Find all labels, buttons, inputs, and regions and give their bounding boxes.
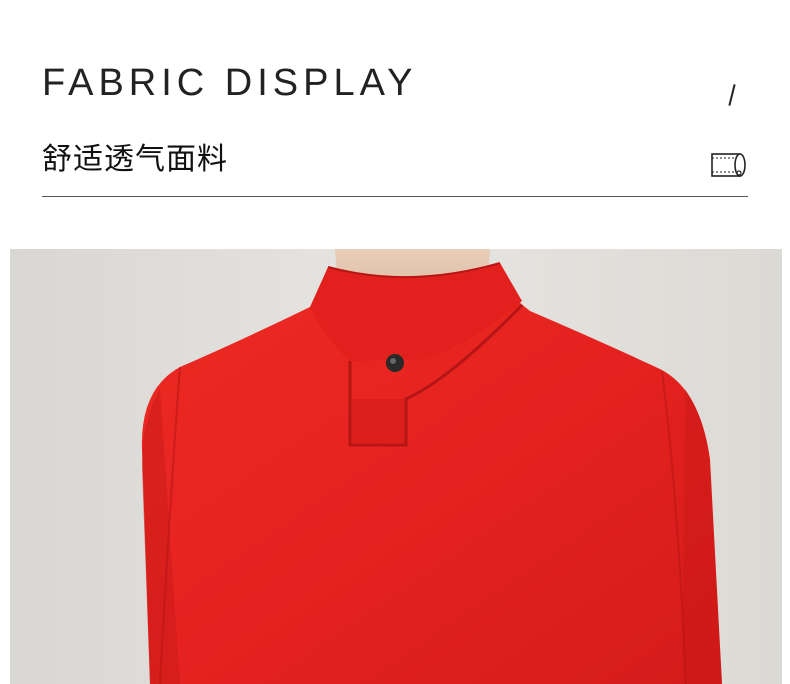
- fabric-roll-icon: [710, 150, 748, 180]
- slash-icon: [728, 84, 736, 106]
- header-divider: [42, 196, 748, 197]
- section-title-cn: 舒适透气面料: [42, 142, 228, 177]
- section-header: FABRIC DISPLAY 舒适透气面料: [0, 0, 790, 240]
- section-title-en: FABRIC DISPLAY: [42, 62, 418, 104]
- product-photo: [10, 249, 782, 684]
